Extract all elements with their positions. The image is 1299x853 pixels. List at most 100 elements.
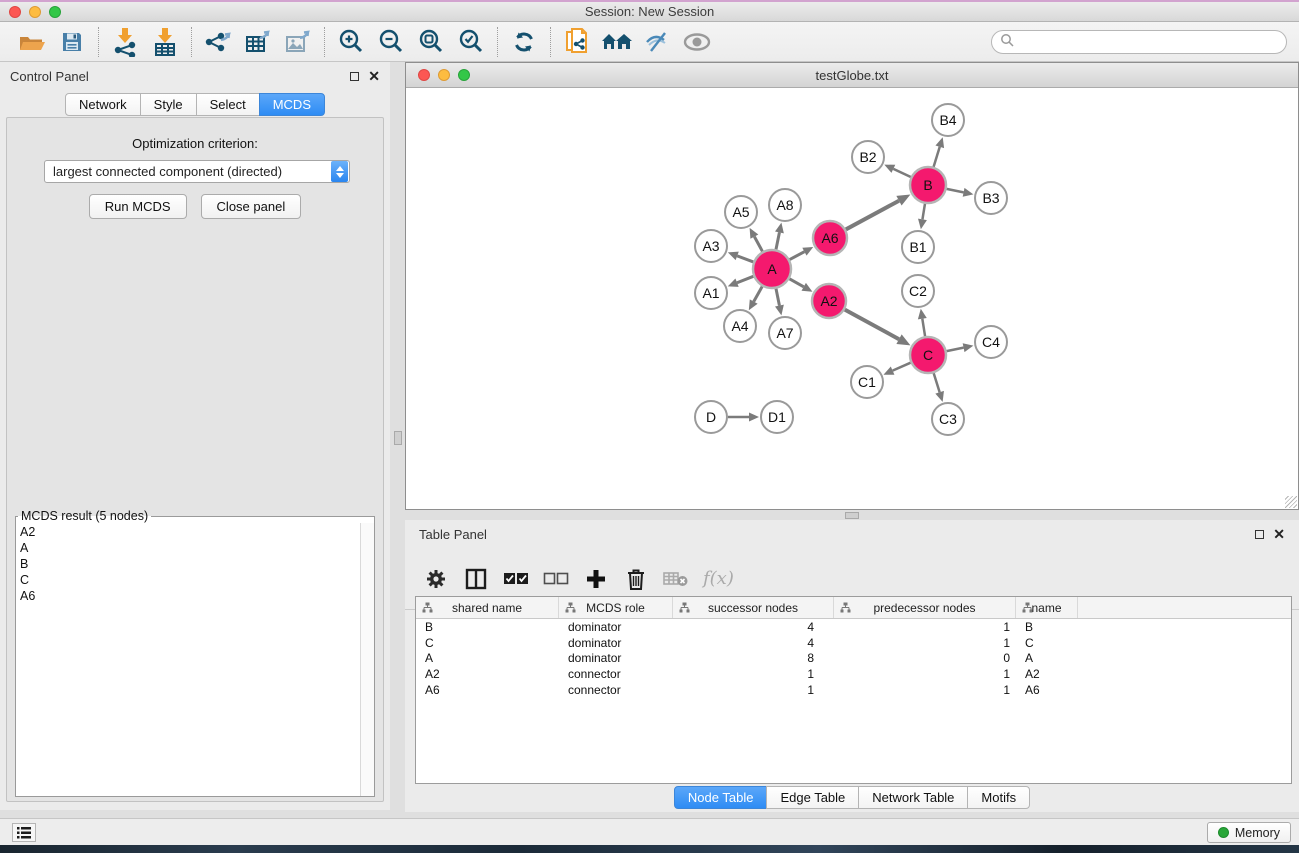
float-panel-icon[interactable] [350,72,359,81]
column-header-shared-name[interactable]: shared name [416,597,559,618]
cell-shared-name[interactable]: C [416,636,559,650]
result-item[interactable]: A [20,540,370,556]
tab-edge-table[interactable]: Edge Table [766,786,859,809]
edge-C-C1[interactable] [883,363,910,375]
save-session-icon[interactable] [52,25,92,59]
hide-panels-icon[interactable] [637,25,677,59]
graph-node-A2[interactable]: A2 [812,284,846,318]
close-panel-button[interactable]: Close panel [201,194,302,219]
cell-predecessor-nodes[interactable]: 0 [834,651,1016,665]
edge-A-A6[interactable] [790,247,814,260]
table-row[interactable]: Cdominator41C [416,635,1291,651]
graph-node-A3[interactable]: A3 [695,230,727,262]
table-row[interactable]: A2connector11A2 [416,666,1291,682]
show-columns-icon[interactable] [463,566,489,592]
edge-A-A7[interactable] [775,289,784,316]
edge-B-B1[interactable] [918,204,927,229]
cell-predecessor-nodes[interactable]: 1 [834,620,1016,634]
edge-A2-C[interactable] [845,310,911,346]
result-item[interactable]: A2 [20,524,370,540]
refresh-icon[interactable] [504,25,544,59]
cell-successor-nodes[interactable]: 1 [673,683,834,697]
cell-MCDS-role[interactable]: dominator [559,620,673,634]
cell-predecessor-nodes[interactable]: 1 [834,683,1016,697]
zoom-window-button[interactable] [49,6,61,18]
close-panel-icon[interactable]: ✕ [368,71,380,81]
graph-node-B[interactable]: B [910,167,946,203]
graph-node-C2[interactable]: C2 [902,275,934,307]
cell-shared-name[interactable]: B [416,620,559,634]
open-session-icon[interactable] [12,25,52,59]
search-input[interactable] [1015,32,1286,52]
add-column-icon[interactable] [583,566,609,592]
cell-shared-name[interactable]: A2 [416,667,559,681]
cell-successor-nodes[interactable]: 1 [673,667,834,681]
table-row[interactable]: Bdominator41B [416,619,1291,635]
edge-A-A8[interactable] [775,223,784,250]
graph-node-B2[interactable]: B2 [852,141,884,173]
cell-predecessor-nodes[interactable]: 1 [834,636,1016,650]
cell-shared-name[interactable]: A6 [416,683,559,697]
tab-style[interactable]: Style [140,93,197,116]
edge-B-B3[interactable] [947,188,974,197]
cell-name[interactable]: C [1016,636,1078,650]
edge-C-C3[interactable] [934,373,944,402]
show-panels-icon[interactable] [677,25,717,59]
cell-name[interactable]: A6 [1016,683,1078,697]
graph-node-B3[interactable]: B3 [975,182,1007,214]
graph-node-B4[interactable]: B4 [932,104,964,136]
float-table-panel-icon[interactable] [1255,530,1264,539]
graph-node-A[interactable]: A [753,250,791,288]
edge-C-C2[interactable] [918,309,927,336]
vertical-divider-grip[interactable] [394,431,402,445]
graph-node-A5[interactable]: A5 [725,196,757,228]
column-header-successor-nodes[interactable]: successor nodes [673,597,834,618]
criterion-dropdown[interactable]: largest connected component (directed) [44,160,350,183]
graph-node-A6[interactable]: A6 [813,221,847,255]
cell-name[interactable]: B [1016,620,1078,634]
run-mcds-button[interactable]: Run MCDS [89,194,187,219]
table-row[interactable]: Adominator80A [416,651,1291,667]
graph-node-C3[interactable]: C3 [932,403,964,435]
horizontal-divider-grip[interactable] [845,512,859,519]
minimize-window-button[interactable] [29,6,41,18]
zoom-selected-icon[interactable] [451,25,491,59]
edge-A-A3[interactable] [728,252,753,262]
graph-node-C4[interactable]: C4 [975,326,1007,358]
graph-node-A8[interactable]: A8 [769,189,801,221]
result-item[interactable]: B [20,556,370,572]
column-header-predecessor-nodes[interactable]: predecessor nodes [834,597,1016,618]
edge-A6-B[interactable] [846,195,911,230]
select-all-icon[interactable] [503,566,529,592]
edge-B-B2[interactable] [884,165,910,177]
network-zoom-button[interactable] [458,69,470,81]
cell-successor-nodes[interactable]: 4 [673,620,834,634]
cell-MCDS-role[interactable]: connector [559,667,673,681]
zoom-out-icon[interactable] [371,25,411,59]
zoom-fit-icon[interactable] [411,25,451,59]
graph-node-A7[interactable]: A7 [769,317,801,349]
export-image-icon[interactable] [278,25,318,59]
export-network-icon[interactable] [198,25,238,59]
graph-node-C[interactable]: C [910,337,946,373]
deselect-all-icon[interactable] [543,566,569,592]
result-scrollbar[interactable] [360,523,374,796]
function-builder-icon[interactable]: f(x) [703,568,734,589]
cell-MCDS-role[interactable]: dominator [559,636,673,650]
tab-network[interactable]: Network [65,93,141,116]
graph-node-A4[interactable]: A4 [724,310,756,342]
edge-C-C4[interactable] [947,343,974,352]
column-header-name[interactable]: name [1016,597,1078,618]
network-minimize-button[interactable] [438,69,450,81]
window-resize-grip[interactable] [1285,496,1297,508]
network-canvas[interactable]: A5A8A3A1A4A7AA6A2BB1B2B3B4CC1C2C3C4DD1 [406,88,1298,509]
import-table-icon[interactable] [145,25,185,59]
cell-name[interactable]: A [1016,651,1078,665]
export-table-icon[interactable] [238,25,278,59]
edge-B-B4[interactable] [934,137,944,167]
zoom-in-icon[interactable] [331,25,371,59]
cell-successor-nodes[interactable]: 4 [673,636,834,650]
memory-button[interactable]: Memory [1207,822,1291,843]
import-network-icon[interactable] [105,25,145,59]
cell-predecessor-nodes[interactable]: 1 [834,667,1016,681]
